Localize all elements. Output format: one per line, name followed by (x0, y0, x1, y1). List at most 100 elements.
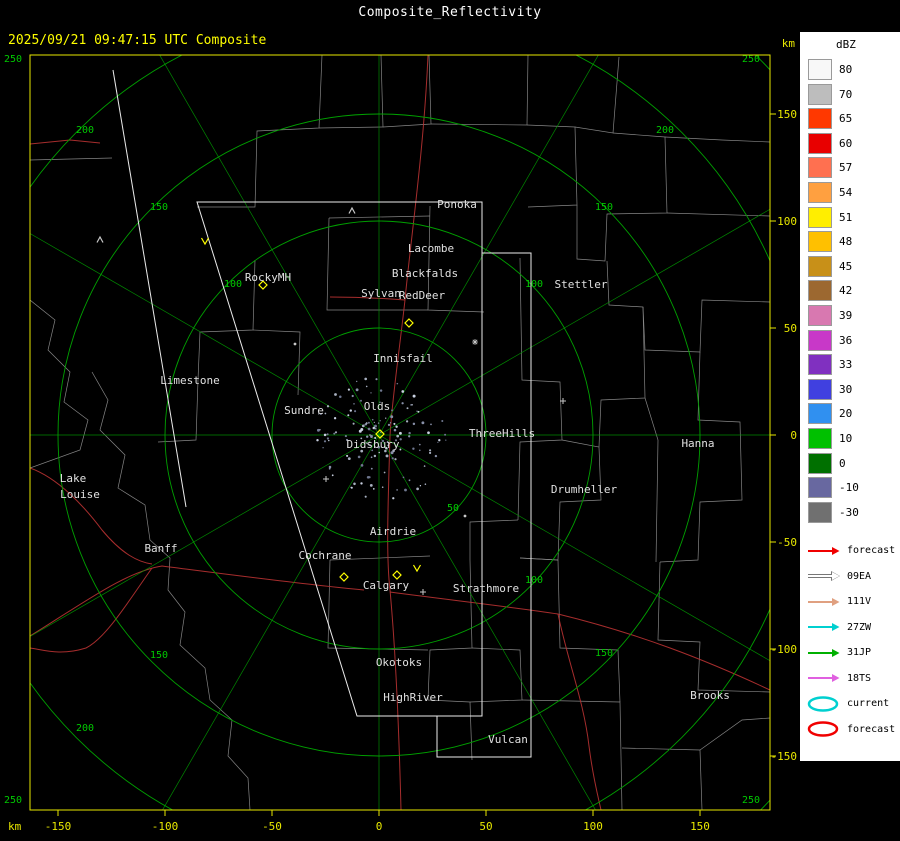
azimuth-line (379, 435, 800, 710)
colorbar-row: 80 (808, 59, 900, 80)
diamond-marker-icon (405, 319, 413, 327)
highway-line (30, 468, 152, 564)
echo-dot (410, 404, 412, 406)
echo-dot (360, 400, 362, 402)
city-label: Strathmore (453, 582, 519, 595)
county-boundary-line (522, 700, 622, 810)
city-label: Olds (364, 400, 391, 413)
legend-label: 18TS (847, 673, 871, 684)
echo-dot (345, 435, 347, 437)
city-label: Airdrie (370, 525, 416, 538)
echo-dot (409, 479, 411, 481)
echo-dot (385, 418, 386, 419)
cross-marker-icon (420, 589, 426, 595)
county-boundary-line (643, 300, 770, 352)
legend-item: 18TS (806, 668, 900, 688)
echo-dot (437, 442, 438, 443)
colorbar-swatch (808, 157, 832, 178)
diamond-marker-icon (393, 571, 401, 579)
echo-dot (366, 386, 368, 388)
colorbar-value: 33 (839, 358, 852, 371)
y-tick-label: 150 (777, 108, 797, 121)
echo-dot (333, 433, 335, 435)
domain-outline-line (113, 70, 186, 507)
city-label: Banff (144, 542, 177, 555)
x-tick-label: 150 (690, 820, 710, 833)
county-boundary-line (520, 440, 601, 560)
city-labels: PonokaLacombeBlackfaldsSylvanRedDeerRock… (60, 198, 730, 746)
county-boundary-line (558, 560, 620, 702)
county-boundary-line (518, 258, 562, 520)
echo-dot (360, 482, 362, 484)
highway-line (30, 568, 152, 652)
city-label: Drumheller (551, 483, 618, 496)
colorbar-row: 51 (808, 207, 900, 228)
county-boundary-line (30, 158, 112, 160)
y-axis-unit-label: km (782, 37, 796, 50)
echo-dot (373, 488, 375, 490)
echo-dot (348, 389, 350, 391)
county-boundary-line (92, 372, 250, 810)
colorbar-row: 60 (808, 133, 900, 154)
echo-dot (384, 472, 386, 474)
colorbar-value: 39 (839, 309, 852, 322)
echo-dot (408, 435, 410, 437)
echo-dot (322, 447, 323, 448)
echo-dot (429, 452, 431, 454)
range-ring-label: 100 (525, 575, 543, 586)
echo-dot (444, 434, 446, 436)
colorbar-value: 70 (839, 88, 852, 101)
echo-dot (328, 440, 329, 441)
echo-dot (362, 425, 365, 428)
colorbar-swatch (808, 330, 832, 351)
county-boundary-line (577, 133, 667, 261)
echo-dot (353, 403, 354, 404)
echo-dot (317, 429, 320, 432)
colorbar-swatch (808, 59, 832, 80)
colorbar-panel: dBZ 807065605754514845423936333020100-10… (800, 32, 900, 761)
county-boundary-line (520, 558, 558, 560)
echo-dot (401, 390, 404, 393)
echo-dot (365, 496, 367, 498)
echo-dot (353, 483, 356, 486)
city-label: Lake (60, 472, 87, 485)
dot-marker-icon (464, 515, 467, 518)
echo-dot (430, 424, 432, 426)
colorbar-value: 36 (839, 334, 852, 347)
echo-dot (386, 454, 389, 457)
legend-ellipse-icon (806, 721, 842, 737)
y-tick-label: -100 (771, 643, 798, 656)
colorbar-value: 30 (839, 383, 852, 396)
echo-dot (329, 468, 331, 470)
colorbar-swatch (808, 84, 832, 105)
range-ring-label: 100 (224, 279, 242, 290)
legend-item: current (806, 694, 900, 714)
colorbar-swatch (808, 207, 832, 228)
vee-marker-icon (202, 238, 209, 244)
echo-dot (419, 444, 421, 446)
colorbar-swatch (808, 354, 832, 375)
city-label: Sundre (284, 404, 324, 417)
county-boundary-line (660, 352, 742, 562)
echo-dot (372, 419, 374, 421)
colorbar-row: 65 (808, 108, 900, 129)
city-label: Vulcan (488, 733, 528, 746)
echo-dot (401, 402, 403, 404)
echo-dot (358, 456, 361, 459)
echo-dot (378, 452, 380, 454)
echo-dot (327, 405, 329, 407)
echo-dot (356, 388, 359, 391)
echo-dot (324, 434, 327, 437)
echo-dot (390, 415, 393, 418)
colorbar-value: 54 (839, 186, 852, 199)
range-ring-label: 100 (525, 279, 543, 290)
county-boundary-line (158, 380, 198, 442)
echo-dot (346, 455, 348, 457)
radar-map[interactable]: 2502001501002502001501001502002505010015… (0, 0, 800, 841)
colorbar-row: 0 (808, 453, 900, 474)
echo-dot (359, 430, 362, 433)
y-tick-label: 0 (790, 429, 797, 442)
colorbar-swatch (808, 379, 832, 400)
echo-dot (351, 487, 353, 489)
echo-dot (382, 486, 384, 488)
